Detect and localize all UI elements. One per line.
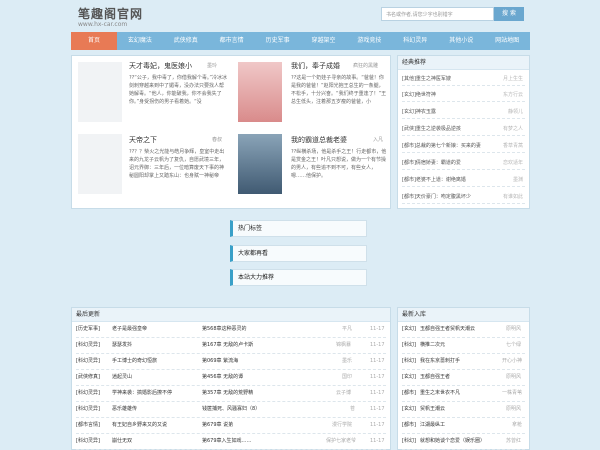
everyone-reading-tab[interactable]: 大家都再看 [230,245,367,262]
main-nav: 首页 玄幻魔法 武侠修真 都市言情 历史军事 穿越架空 游戏竞技 科幻灵异 其他… [71,32,530,50]
table-row[interactable]: [科幻灵异] 瑟瑟发抖 第167章 无敌的卢卡斯 锦枫暴 11-17 [76,338,386,354]
book-author: 墨玲 [207,63,218,69]
site-url: www.hx-car.com [78,21,128,28]
list-item[interactable]: [玄幻] 贸帆王潮云 原明风 [402,402,525,418]
book-cover[interactable] [78,134,122,194]
list-item[interactable]: [玄幻]神农玉露 静领儿 [402,106,525,119]
table-row[interactable]: [武侠修真] 逍起灵山 第456章 无敌的谭 国印 11-17 [76,370,386,386]
book-title[interactable]: 我们，奉子成婚 [291,61,340,71]
nav-item[interactable]: 首页 [71,32,117,50]
book-title[interactable]: 我的霸道总裁老婆 [291,135,347,145]
list-item[interactable]: [都市]倩宿娇妻：霸道的爱 恋欢适年 [402,157,525,170]
newbooks-panel: 最新入库 [玄幻] 玉都自强王者贸帆天潮云 原明风 [科幻] 横推二次元 七个绿 [科幻… [397,307,530,450]
table-row[interactable]: [科幻灵异] 手工博士的奇幻恒旅 第069章 紫流海 墨乐 11-17 [76,354,386,370]
book-title[interactable]: 天才毒妃，鬼医娘小 [129,61,192,71]
list-item[interactable]: [科幻] 横推二次元 七个绿 [402,338,525,354]
search-input[interactable]: 书名或作者,请您少字也别错字 [381,7,494,21]
list-item[interactable]: [都市]老婆不上道：谢绝离婚 墨渊 [402,174,525,187]
book-desc: ??纵横杀场，他是杀手之王！行走都市，他是赏金之王！叶凡只想说，做为一个有节操的… [291,149,387,179]
nav-item[interactable]: 历史军事 [255,32,301,50]
list-item[interactable]: [玄幻] 玉都自强王者 原明风 [402,370,525,386]
nav-item[interactable]: 其他小说 [438,32,484,50]
list-item[interactable]: [都市]天价豪门：吻定腹黑坏少 有谁如此 [402,191,525,204]
list-item[interactable]: [玄幻] 玉都自强王者贸帆天潮云 原明风 [402,322,525,338]
table-row[interactable]: [科幻灵异] 学神来袭：搞婚影后撩不停 第357章 无敌的荒野精 云子博 11-17 [76,386,386,402]
table-row[interactable]: [历史军事] 老子是最强皇帝 第568章这种恶灵的 平凡 11-17 [76,322,386,338]
book-desc: ??？？柴火之光能与皓月争辉，皇室中走出来的九龙子云帆为了复仇，自愿武境三年，诏… [129,149,225,179]
book-desc: ??这是一个奶娃子寻亲的故事。“爸爸！你是我的爸爸！”赵阳光抱王总生的一条腿，不… [291,75,387,105]
list-item[interactable]: [都市]总裁的第七个新娘：买来的妻 香草青蒿 [402,140,525,153]
book-cover[interactable] [238,62,282,122]
nav-item[interactable]: 都市言情 [209,32,255,50]
table-row[interactable]: [都市言情] 有王妃自乡野来又的又说 第679章 说弟 漫行学院 11-17 [76,418,386,434]
site-title: 笔趣阁官网 [78,7,144,21]
book-cover[interactable] [78,62,122,122]
book-cover[interactable] [238,134,282,194]
nav-item[interactable]: 网站地图 [484,32,530,50]
latest-heading: 最后更新 [72,308,390,322]
list-item[interactable]: [都市] 江湖最纵工 拿枪 [402,418,525,434]
book-author: 春叔 [212,137,223,143]
hot-tags-tab[interactable]: 热门标签 [230,220,367,237]
book-title[interactable]: 天帝之下 [129,135,157,145]
featured-panel: 天才毒妃，鬼医娘小 墨玲 ??“公子，我中毒了，你借我解个毒。”冷冰冰剑刺穿越来… [71,55,391,209]
book-author: 疯狂的黑雕 [353,63,379,69]
site-logo[interactable]: 笔趣阁官网 www.hx-car.com [78,5,143,28]
table-row[interactable]: [科幻灵异] 崩仕无双 第679章入生如戏…… 保护七家老爷 11-17 [76,434,386,450]
list-item[interactable]: [科幻] 就想和她谈个恋爱（娱乐圈） 苏曾红 [402,434,525,450]
book-author: 入凡 [373,137,384,143]
list-item[interactable]: [其他]重生之神医军嫂 月上生生 [402,73,525,86]
nav-item[interactable]: 科幻灵异 [392,32,438,50]
list-item[interactable]: [都市] 重生之末世衣不凡 一株青苇 [402,386,525,402]
book-desc: ??“公子，我中毒了，你借我解个毒。”冷冰冰剑刺穿越来到中了媚毒，没办法只要找人… [129,75,227,105]
search-button[interactable]: 搜 索 [494,7,524,21]
list-item[interactable]: [武侠]重生之逆袭极品逆孩 有梦之人 [402,123,525,136]
classic-heading: 经典推荐 [398,56,529,70]
site-recommend-tab[interactable]: 本站大力推荐 [230,269,367,286]
classic-panel: 经典推荐 [其他]重生之神医军嫂 月上生生 [玄幻]绝世符神 东方行云 [玄幻]神农… [397,55,530,209]
nav-item[interactable]: 玄幻魔法 [117,32,163,50]
newbooks-heading: 最新入库 [398,308,529,322]
nav-item[interactable]: 武侠修真 [163,32,209,50]
latest-panel: 最后更新 [历史军事] 老子是最强皇帝 第568章这种恶灵的 平凡 11-17 [科幻灵… [71,307,391,450]
table-row[interactable]: [科幻灵异] 恶乐雄雄传 钱箧捕死、风骚寡妇（8）苍 11-17 [76,402,386,418]
nav-item[interactable]: 游戏竞技 [346,32,392,50]
nav-item[interactable]: 穿越架空 [301,32,347,50]
list-item[interactable]: [科幻] 我在东京蔷刺打手 开心小神 [402,354,525,370]
list-item[interactable]: [玄幻]绝世符神 东方行云 [402,89,525,102]
